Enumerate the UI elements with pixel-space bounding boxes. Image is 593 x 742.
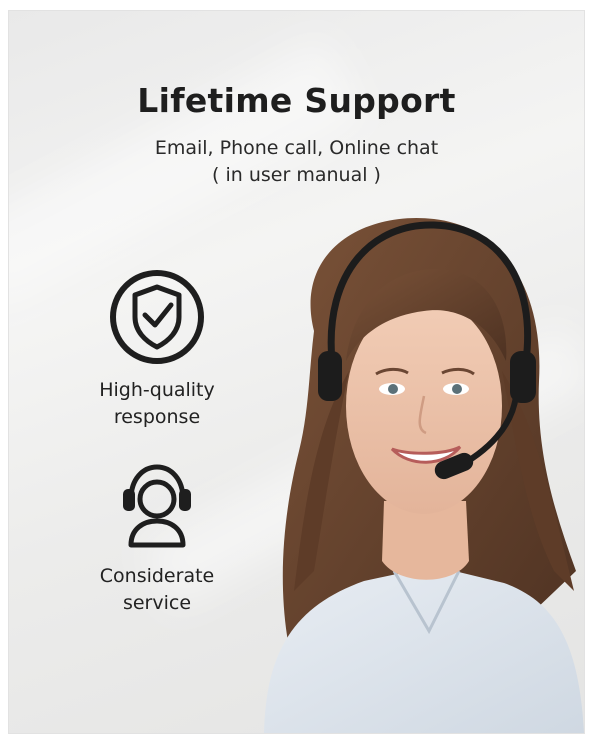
subtitle-line-2: ( in user manual ): [212, 164, 381, 186]
contact-methods: Email, Phone call, Online chat ( in user…: [9, 135, 584, 189]
headset-agent-icon: [123, 464, 191, 548]
feature-label-line-1: Considerate: [99, 565, 215, 587]
subtitle-line-1: Email, Phone call, Online chat: [154, 137, 439, 159]
feature-label-line-1: High-quality: [99, 379, 215, 401]
feature-label-line-2: service: [122, 592, 192, 614]
page-title: Lifetime Support: [137, 81, 456, 120]
feature-label-line-2: response: [113, 406, 201, 428]
support-banner: Lifetime Support Email, Phone call, Onli…: [8, 10, 585, 734]
feature-considerate-service: Considerate service: [57, 459, 257, 617]
feature-high-quality-response: High-quality response: [57, 269, 257, 431]
support-agent-photo: [264, 217, 584, 733]
shield-check-icon: [110, 270, 204, 364]
